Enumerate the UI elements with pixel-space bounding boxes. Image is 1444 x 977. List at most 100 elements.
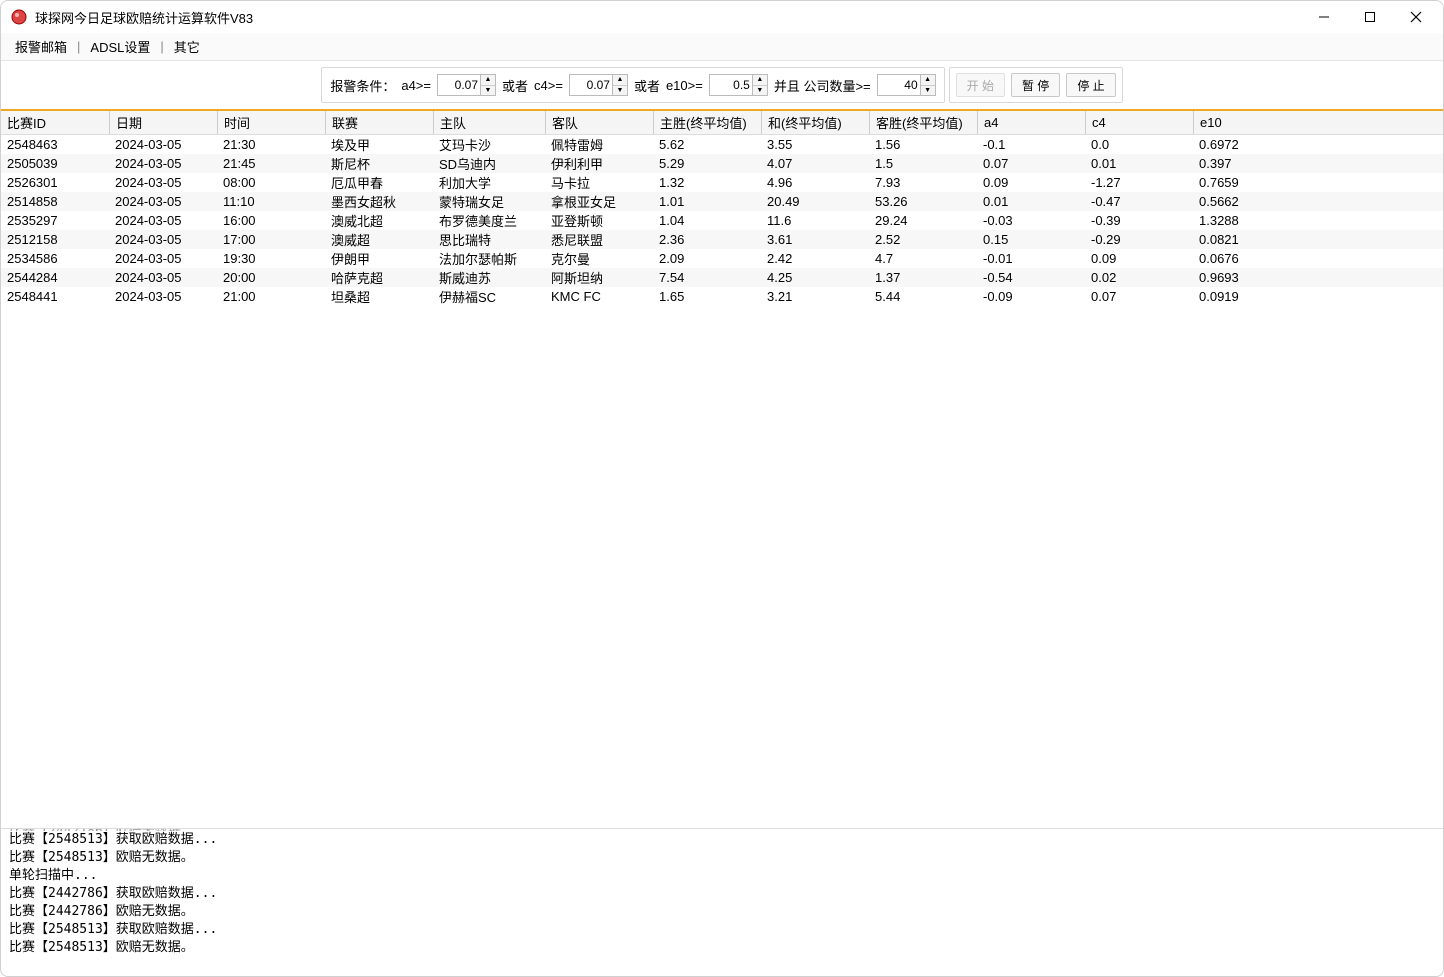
conditions-label: 报警条件： <box>330 76 395 95</box>
log-panel[interactable]: 比赛【2442786】欧赔无数据。 比赛【2548513】获取欧赔数据...比赛… <box>1 828 1443 976</box>
col-time[interactable]: 时间 <box>217 111 325 134</box>
e10-spinner[interactable]: ▲▼ <box>709 74 768 96</box>
table-cell: -0.47 <box>1085 194 1193 209</box>
col-draw[interactable]: 和(终平均值) <box>761 111 869 134</box>
table-cell: 0.15 <box>977 232 1085 247</box>
table-cell: 2514858 <box>1 194 109 209</box>
table-header: 比赛ID 日期 时间 联赛 主队 客队 主胜(终平均值) 和(终平均值) 客胜(… <box>1 111 1443 135</box>
table-cell: 2548463 <box>1 137 109 152</box>
or1-label: 或者 <box>502 76 528 95</box>
table-cell: 1.3288 <box>1193 213 1307 228</box>
table-cell: 1.04 <box>653 213 761 228</box>
c4-spinner[interactable]: ▲▼ <box>569 74 628 96</box>
table-body[interactable]: 25484632024-03-0521:30埃及甲艾玛卡沙佩特雷姆5.623.5… <box>1 135 1443 828</box>
table-cell: 20:00 <box>217 270 325 285</box>
col-home[interactable]: 主队 <box>433 111 545 134</box>
table-cell: 厄瓜甲春 <box>325 173 433 192</box>
a4-input[interactable] <box>438 75 480 95</box>
table-cell: 5.29 <box>653 156 761 171</box>
table-row[interactable]: 25050392024-03-0521:45斯尼杯SD乌迪内伊利利甲5.294.… <box>1 154 1443 173</box>
table-container: 比赛ID 日期 时间 联赛 主队 客队 主胜(终平均值) 和(终平均值) 客胜(… <box>1 109 1443 828</box>
maximize-button[interactable] <box>1347 2 1393 32</box>
e10-step-up[interactable]: ▲ <box>753 75 767 86</box>
table-cell: 21:30 <box>217 137 325 152</box>
table-row[interactable]: 25484412024-03-0521:00坦桑超伊赫福SCKMC FC1.65… <box>1 287 1443 306</box>
table-cell: 2534586 <box>1 251 109 266</box>
table-cell: -0.29 <box>1085 232 1193 247</box>
company-step-down[interactable]: ▼ <box>921 86 935 96</box>
table-cell: 0.5662 <box>1193 194 1307 209</box>
table-cell: 阿斯坦纳 <box>545 268 653 287</box>
e10-input[interactable] <box>710 75 752 95</box>
menu-other[interactable]: 其它 <box>166 37 208 56</box>
company-step-up[interactable]: ▲ <box>921 75 935 86</box>
c4-step-down[interactable]: ▼ <box>613 86 627 96</box>
table-row[interactable]: 25121582024-03-0517:00澳威超思比瑞特悉尼联盟2.363.6… <box>1 230 1443 249</box>
col-away[interactable]: 客队 <box>545 111 653 134</box>
minimize-button[interactable] <box>1301 2 1347 32</box>
menu-adsl[interactable]: ADSL设置 <box>82 37 158 56</box>
start-button[interactable]: 开 始 <box>956 73 1005 97</box>
c4-input[interactable] <box>570 75 612 95</box>
table-cell: 1.5 <box>869 156 977 171</box>
close-button[interactable] <box>1393 2 1439 32</box>
table-cell: 2024-03-05 <box>109 175 217 190</box>
table-cell: -0.03 <box>977 213 1085 228</box>
table-cell: 16:00 <box>217 213 325 228</box>
toolbar: 报警条件： a4>= ▲▼ 或者 c4>= ▲▼ 或者 e10>= ▲▼ 并且 … <box>1 61 1443 109</box>
col-e10[interactable]: e10 <box>1193 111 1307 134</box>
col-date[interactable]: 日期 <box>109 111 217 134</box>
table-cell: 1.01 <box>653 194 761 209</box>
table-cell: 2024-03-05 <box>109 213 217 228</box>
table-cell: 21:00 <box>217 289 325 304</box>
table-cell: 2548441 <box>1 289 109 304</box>
company-input[interactable] <box>878 75 920 95</box>
table-cell: 20.49 <box>761 194 869 209</box>
table-row[interactable]: 25263012024-03-0508:00厄瓜甲春利加大学马卡拉1.324.9… <box>1 173 1443 192</box>
table-cell: 0.01 <box>977 194 1085 209</box>
log-line: 比赛【2548513】欧赔无数据。 <box>9 939 1435 957</box>
table-cell: 0.09 <box>977 175 1085 190</box>
log-line: 比赛【2442786】欧赔无数据。 <box>9 903 1435 921</box>
table-cell: 克尔曼 <box>545 249 653 268</box>
table-cell: 3.61 <box>761 232 869 247</box>
table-cell: 0.02 <box>1085 270 1193 285</box>
table-row[interactable]: 25352972024-03-0516:00澳威北超布罗德美度兰亚登斯顿1.04… <box>1 211 1443 230</box>
table-cell: 2.42 <box>761 251 869 266</box>
table-cell: 利加大学 <box>433 173 545 192</box>
table-cell: 21:45 <box>217 156 325 171</box>
table-row[interactable]: 25442842024-03-0520:00哈萨克超斯威迪苏阿斯坦纳7.544.… <box>1 268 1443 287</box>
col-c4[interactable]: c4 <box>1085 111 1193 134</box>
e10-step-down[interactable]: ▼ <box>753 86 767 96</box>
stop-button[interactable]: 停 止 <box>1066 73 1115 97</box>
table-row[interactable]: 25345862024-03-0519:30伊朗甲法加尔瑟帕斯克尔曼2.092.… <box>1 249 1443 268</box>
c4-step-up[interactable]: ▲ <box>613 75 627 86</box>
table-cell: 坦桑超 <box>325 287 433 306</box>
table-cell: 19:30 <box>217 251 325 266</box>
titlebar: 球探网今日足球欧赔统计运算软件V83 <box>1 1 1443 33</box>
app-window: 球探网今日足球欧赔统计运算软件V83 报警邮箱 | ADSL设置 | 其它 报警… <box>0 0 1444 977</box>
company-spinner[interactable]: ▲▼ <box>877 74 936 96</box>
table-cell: 2024-03-05 <box>109 289 217 304</box>
col-away-win[interactable]: 客胜(终平均值) <box>869 111 977 134</box>
a4-label: a4>= <box>401 78 431 93</box>
pause-button[interactable]: 暂 停 <box>1011 73 1060 97</box>
a4-spinner[interactable]: ▲▼ <box>437 74 496 96</box>
col-match-id[interactable]: 比赛ID <box>1 111 109 134</box>
table-row[interactable]: 25484632024-03-0521:30埃及甲艾玛卡沙佩特雷姆5.623.5… <box>1 135 1443 154</box>
table-row[interactable]: 25148582024-03-0511:10墨西女超秋蒙特瑞女足拿根亚女足1.0… <box>1 192 1443 211</box>
col-a4[interactable]: a4 <box>977 111 1085 134</box>
table-cell: 4.7 <box>869 251 977 266</box>
window-controls <box>1301 2 1439 32</box>
a4-step-down[interactable]: ▼ <box>481 86 495 96</box>
table-cell: 5.44 <box>869 289 977 304</box>
col-home-win[interactable]: 主胜(终平均值) <box>653 111 761 134</box>
e10-label: e10>= <box>666 78 703 93</box>
a4-step-up[interactable]: ▲ <box>481 75 495 86</box>
table-cell: 0.397 <box>1193 156 1307 171</box>
table-cell: 2024-03-05 <box>109 156 217 171</box>
table-cell: 0.9693 <box>1193 270 1307 285</box>
table-cell: -0.54 <box>977 270 1085 285</box>
menu-alert-mail[interactable]: 报警邮箱 <box>7 37 75 56</box>
col-league[interactable]: 联赛 <box>325 111 433 134</box>
